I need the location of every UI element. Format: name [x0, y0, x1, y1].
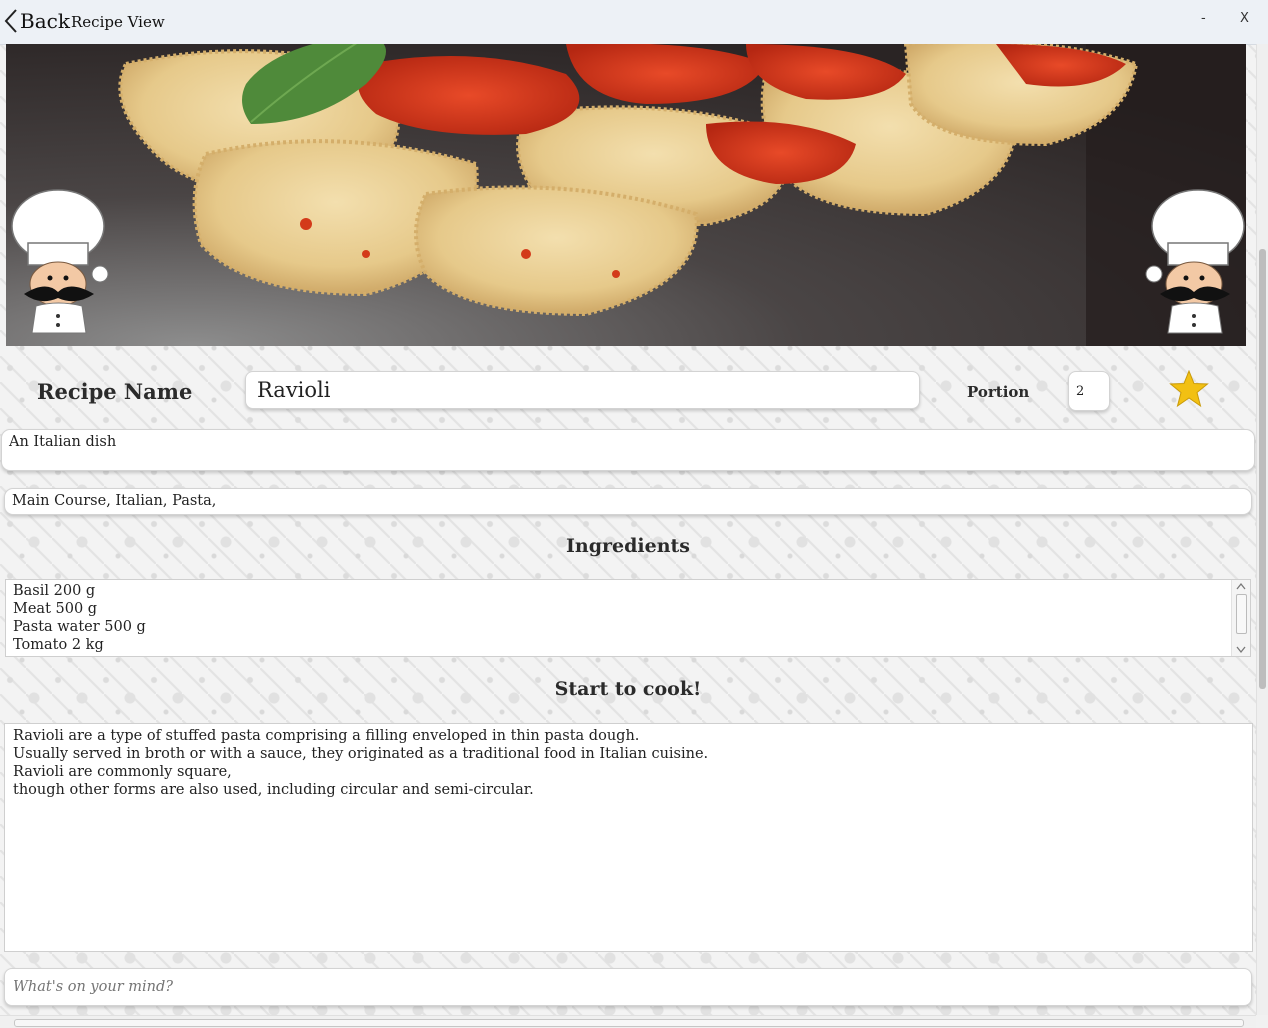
instruction-line: Ravioli are a type of stuffed pasta comp…	[13, 728, 640, 744]
chef-mascot-left-icon	[11, 189, 109, 334]
instruction-line: Ravioli are commonly square,	[13, 764, 232, 780]
ingredients-title: Ingredients	[566, 535, 690, 557]
ravioli-photo	[6, 44, 1246, 346]
comment-input[interactable]	[4, 968, 1252, 1006]
recipe-name-value: Ravioli	[257, 378, 331, 402]
scroll-down-icon[interactable]	[1236, 646, 1246, 654]
chef-mascot-right-icon	[1145, 189, 1245, 334]
instructions-title: Start to cook!	[554, 678, 702, 700]
ingredients-scrollbar[interactable]	[1231, 580, 1250, 656]
back-button[interactable]: Back	[4, 6, 70, 36]
instruction-line: though other forms are also used, includ…	[13, 782, 534, 798]
horizontal-scrollbar[interactable]	[0, 1015, 1256, 1028]
ingredient-item: Pasta water 500 g	[13, 619, 146, 635]
vertical-scroll-thumb[interactable]	[1259, 249, 1266, 689]
horizontal-scroll-thumb[interactable]	[14, 1019, 1244, 1027]
close-button[interactable]: X	[1240, 11, 1249, 26]
window-title: Recipe View	[71, 13, 165, 31]
back-label: Back	[20, 9, 70, 33]
vertical-scrollbar[interactable]	[1256, 44, 1268, 1015]
ingredient-item: Tomato 2 kg	[13, 637, 104, 653]
scroll-up-icon[interactable]	[1236, 582, 1246, 590]
portion-value: 2	[1076, 384, 1085, 399]
minimize-button[interactable]: -	[1201, 11, 1206, 26]
ingredients-scroll-thumb[interactable]	[1236, 594, 1247, 634]
tags-value: Main Course, Italian, Pasta,	[12, 493, 217, 509]
description-input[interactable]: An Italian dish	[1, 429, 1255, 471]
instructions-textarea[interactable]: Ravioli are a type of stuffed pasta comp…	[4, 723, 1253, 952]
description-value: An Italian dish	[9, 434, 117, 450]
recipe-hero-image	[6, 44, 1246, 346]
ingredient-item: Meat 500 g	[13, 601, 98, 617]
instruction-line: Usually served in broth or with a sauce,…	[13, 746, 709, 762]
recipe-name-input[interactable]: Ravioli	[245, 371, 920, 409]
portion-label: Portion	[967, 383, 1030, 401]
ingredients-list[interactable]: Basil 200 g Meat 500 g Pasta water 500 g…	[5, 579, 1251, 657]
recipe-name-label: Recipe Name	[37, 379, 193, 404]
favorite-star-icon[interactable]	[1169, 370, 1209, 408]
chevron-left-icon	[4, 9, 17, 33]
ingredient-item: Basil 200 g	[13, 583, 96, 599]
title-bar: Back Recipe View - X	[0, 0, 1268, 45]
tags-input[interactable]: Main Course, Italian, Pasta,	[4, 488, 1252, 515]
portion-input[interactable]: 2	[1068, 371, 1110, 411]
